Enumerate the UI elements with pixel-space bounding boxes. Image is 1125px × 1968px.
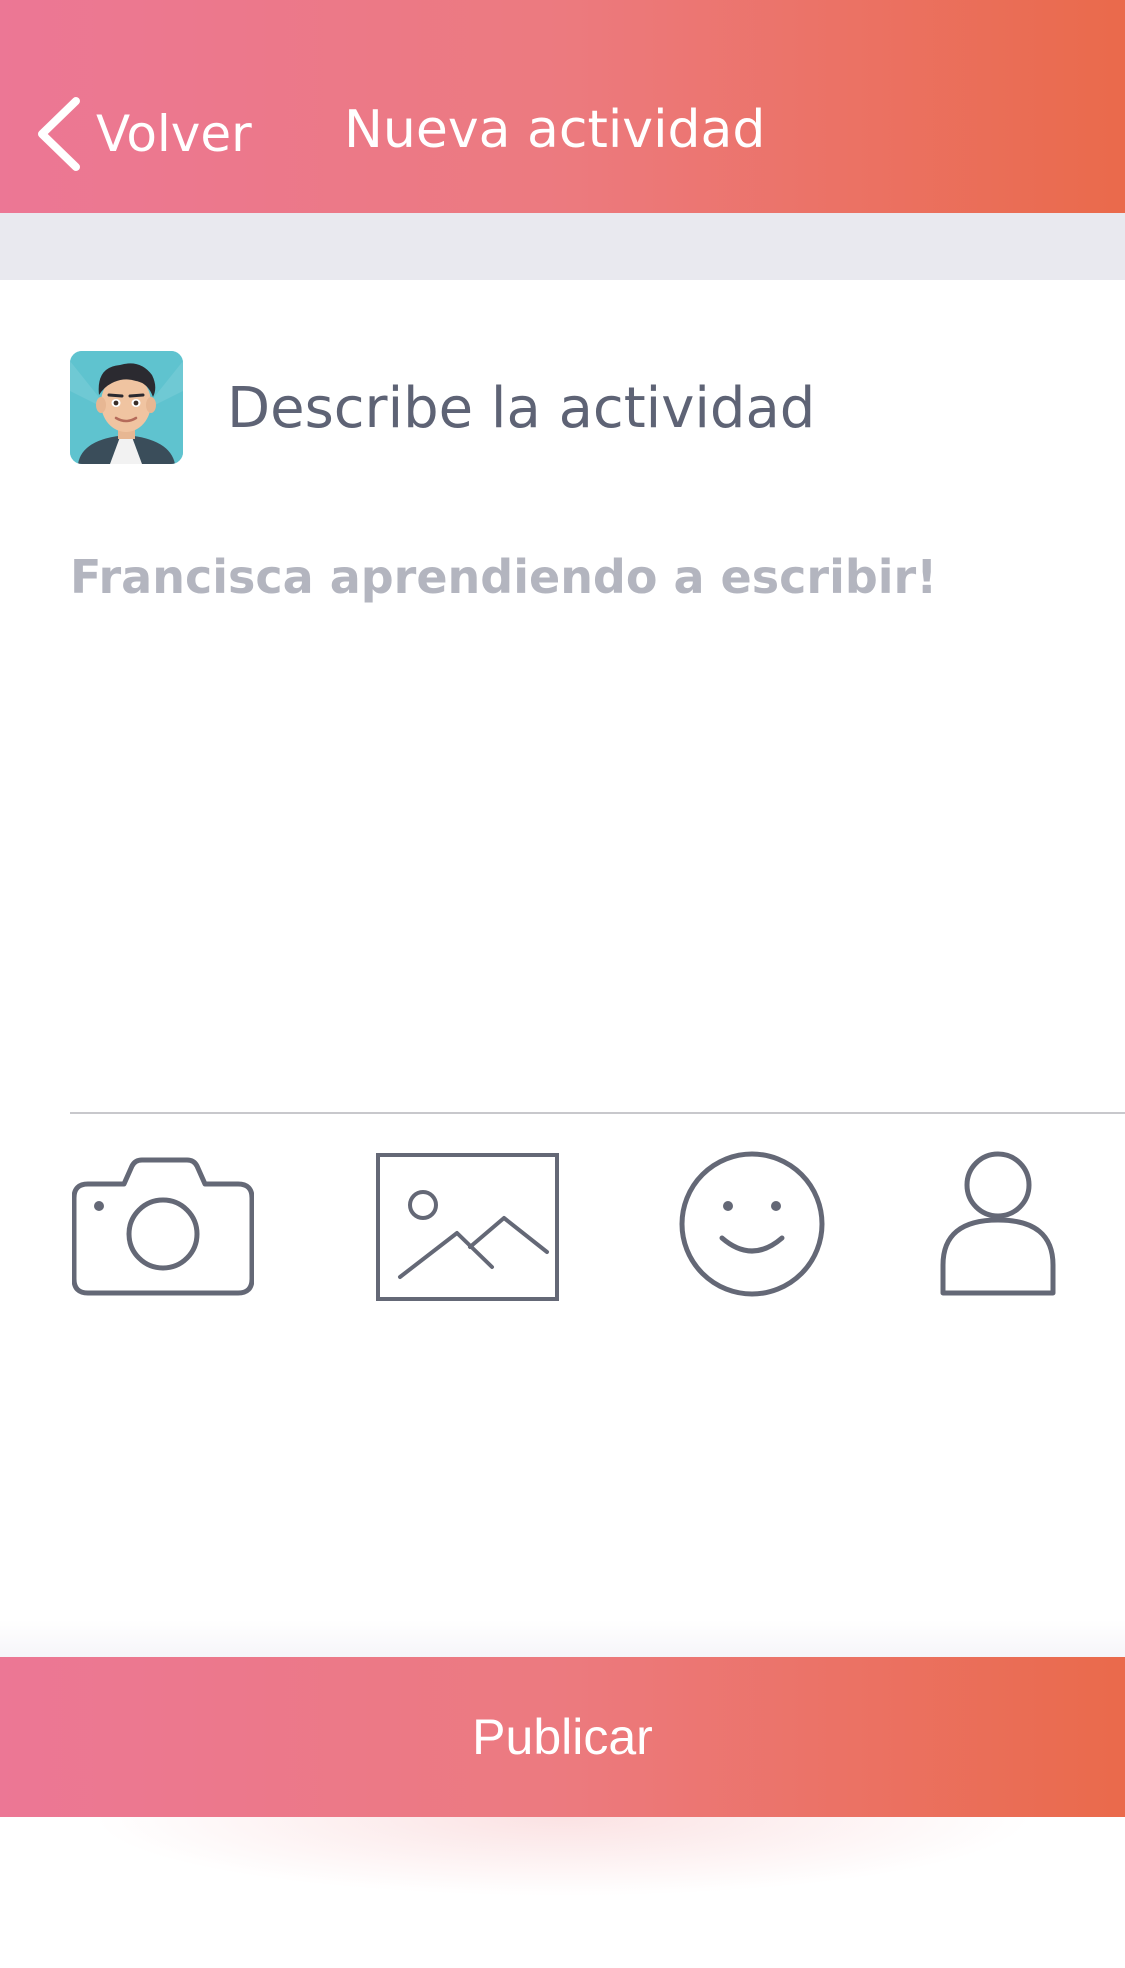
add-camera-photo-button[interactable]	[72, 1152, 254, 1296]
emoji-icon	[678, 1150, 826, 1298]
tag-person-button[interactable]	[940, 1150, 1056, 1296]
page-title: Nueva actividad	[344, 100, 766, 160]
app-header: Volver Nueva actividad	[0, 0, 1125, 213]
publish-label: Publicar	[472, 1709, 653, 1765]
add-image-button[interactable]	[375, 1152, 560, 1302]
back-label: Volver	[96, 105, 252, 163]
publish-button-shadow	[90, 1817, 1035, 1897]
header-separator-band	[0, 213, 1125, 280]
user-avatar	[70, 351, 183, 464]
person-icon	[940, 1150, 1056, 1296]
footer-fade	[0, 1620, 1125, 1658]
composer-prompt: Describe la actividad	[227, 376, 816, 441]
add-emoji-button[interactable]	[678, 1150, 826, 1298]
image-icon	[375, 1152, 560, 1302]
back-button[interactable]: Volver	[34, 86, 252, 182]
activity-description-input[interactable]	[70, 550, 1070, 1080]
publish-button[interactable]: Publicar	[0, 1657, 1125, 1817]
composer-divider	[70, 1112, 1125, 1114]
chevron-left-icon	[34, 97, 82, 171]
camera-icon	[72, 1152, 254, 1296]
